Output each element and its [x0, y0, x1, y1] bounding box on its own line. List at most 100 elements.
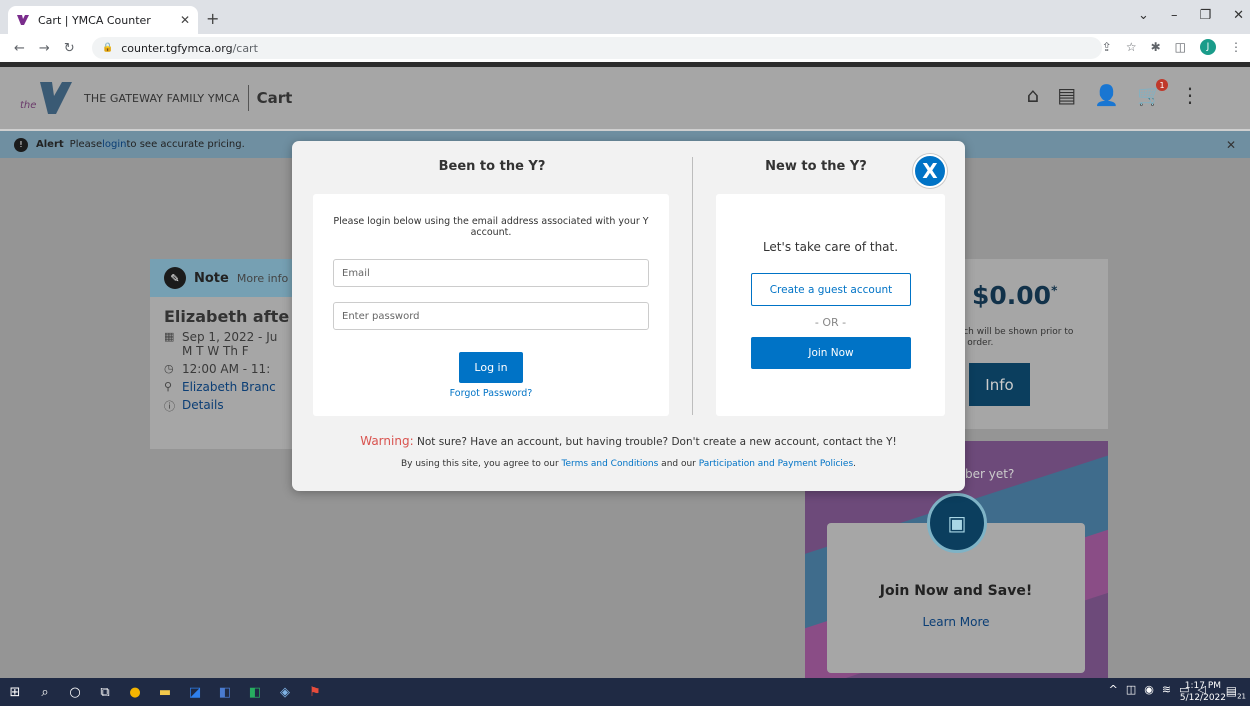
tray-app-icon[interactable]: ◫ — [1126, 683, 1136, 696]
program-details-link[interactable]: Details — [182, 398, 224, 412]
alert-text-before: Please — [69, 139, 103, 150]
ymca-favicon-icon — [17, 15, 29, 25]
join-now-button[interactable]: Join Now — [751, 337, 911, 369]
membership-title: Join Now and Save! — [879, 583, 1033, 599]
ymca-logo-icon: the — [20, 82, 72, 114]
member-id-card-icon: ▣ — [927, 493, 987, 553]
password-field[interactable] — [333, 302, 649, 330]
browser-menu-icon[interactable]: ⋮ — [1230, 40, 1242, 54]
browser-tools: ⇪ ☆ ✱ ◫ J ⋮ — [1102, 39, 1242, 55]
program-date-range: Sep 1, 2022 - Ju — [182, 330, 278, 344]
calendar-icon: ▦ — [164, 330, 175, 343]
warning-label: Warning: — [360, 434, 414, 448]
brand-name: THE GATEWAY FAMILY YMCA — [84, 91, 240, 105]
tray-sync-icon[interactable]: ◉ — [1144, 683, 1154, 696]
tray-expand-icon[interactable]: ^ — [1109, 683, 1118, 696]
search-icon[interactable]: ⌕ — [30, 678, 60, 706]
tab-title: Cart | YMCA Counter — [38, 13, 151, 27]
modal-close-button[interactable]: X — [913, 154, 947, 188]
svg-text:the: the — [20, 100, 36, 111]
new-user-title: New to the Y? — [765, 159, 867, 174]
cart-icon[interactable]: 🛒 1 — [1137, 79, 1168, 107]
cart-total: $0.00* — [972, 281, 1058, 310]
new-tab-button[interactable]: + — [206, 9, 219, 28]
account-warning: Warning: Not sure? Have an account, but … — [292, 434, 965, 448]
tab-close-icon[interactable]: ✕ — [180, 13, 190, 27]
extensions-icon[interactable]: ✱ — [1151, 40, 1161, 54]
home-icon[interactable]: ⌂ — [1027, 83, 1040, 107]
network-app-icon[interactable]: ◈ — [270, 678, 300, 706]
reload-icon[interactable]: ↻ — [64, 41, 75, 56]
excel-icon[interactable]: ◧ — [240, 678, 270, 706]
new-user-panel: Let's take care of that. Create a guest … — [716, 194, 945, 416]
header-icons: ⌂ ▤ 👤 🛒 1 ⋮ — [1027, 79, 1200, 107]
price-note: hich will be shown prior to ur order. — [955, 327, 1074, 348]
notifications-icon[interactable]: ▤21 — [1226, 684, 1246, 700]
taskbar-clock[interactable]: 1:17 PM 5/12/2022 — [1180, 680, 1226, 704]
bookmark-star-icon[interactable]: ☆ — [1126, 40, 1137, 54]
browser-tabstrip: Cart | YMCA Counter ✕ + ⌄ – ❐ ✕ — [0, 0, 1250, 34]
create-guest-account-button[interactable]: Create a guest account — [751, 273, 911, 306]
program-time: 12:00 AM - 11: — [182, 362, 271, 376]
profile-avatar[interactable]: J — [1200, 39, 1216, 55]
alert-icon: ! — [14, 137, 28, 152]
chrome-icon[interactable]: ● — [120, 678, 150, 706]
cart-total-panel: $0.00* hich will be shown prior to ur ord… — [940, 259, 1108, 429]
forward-icon[interactable]: → — [39, 41, 50, 56]
program-days: M T W Th F — [182, 344, 249, 358]
ymca-logo[interactable]: the — [20, 78, 72, 118]
window-controls: ⌄ – ❐ ✕ — [1138, 8, 1244, 23]
task-view-icon[interactable]: ⧉ — [90, 678, 120, 706]
login-button[interactable]: Log in — [459, 352, 523, 383]
browser-tab[interactable]: Cart | YMCA Counter ✕ — [8, 6, 198, 34]
share-icon[interactable]: ⇪ — [1102, 40, 1112, 54]
restore-icon[interactable]: ❐ — [1199, 8, 1211, 23]
minimize-icon[interactable]: – — [1171, 8, 1178, 23]
new-user-message: Let's take care of that. — [762, 240, 899, 254]
site-header: the THE GATEWAY FAMILY YMCA Cart ⌂ ▤ 👤 🛒… — [0, 67, 1250, 129]
wifi-icon[interactable]: ≋ — [1162, 683, 1171, 696]
login-panel: Please login below using the email addre… — [313, 194, 669, 416]
clock-icon: ◷ — [164, 362, 174, 375]
more-menu-icon[interactable]: ⋮ — [1180, 83, 1200, 107]
location-pin-icon: ⚲ — [164, 380, 173, 393]
back-icon[interactable]: ← — [14, 41, 25, 56]
start-icon[interactable]: ⊞ — [0, 678, 30, 706]
terms-link[interactable]: Terms and Conditions — [562, 459, 659, 469]
alert-label: Alert — [36, 139, 64, 150]
tab-search-icon[interactable]: ⌄ — [1138, 8, 1149, 23]
cortana-icon[interactable]: ○ — [60, 678, 90, 706]
membership-question: ber yet? — [965, 467, 1015, 481]
lock-icon[interactable]: 🔒 — [102, 43, 113, 53]
note-label: Note — [194, 270, 229, 286]
url-domain: counter.tgfymca.org — [121, 41, 233, 55]
price-asterisk: * — [1051, 283, 1058, 298]
file-explorer-icon[interactable]: ▬ — [150, 678, 180, 706]
account-icon[interactable]: 👤 — [1094, 83, 1119, 107]
alert-login-link[interactable]: login — [102, 139, 126, 150]
forgot-password-link[interactable]: Forgot Password? — [313, 388, 669, 399]
alert-close-icon[interactable]: ✕ — [1226, 138, 1236, 152]
header-separator — [247, 85, 249, 111]
modal-divider — [692, 157, 693, 415]
word-icon[interactable]: ◧ — [210, 678, 240, 706]
terms-notice: By using this site, you agree to our Ter… — [400, 459, 857, 469]
email-field[interactable] — [333, 259, 649, 287]
program-search-icon[interactable]: ▤ — [1057, 83, 1076, 107]
policies-link[interactable]: Participation and Payment Policies — [699, 459, 853, 469]
note-more-info[interactable]: More info — [237, 272, 288, 285]
login-modal: Been to the Y? New to the Y? X Please lo… — [292, 141, 965, 491]
info-icon: ⓘ — [164, 400, 175, 413]
url-path: /cart — [232, 41, 258, 55]
address-bar[interactable]: 🔒 counter.tgfymca.org/cart — [92, 37, 1102, 59]
notification-count: 21 — [1237, 692, 1246, 701]
cart-badge: 1 — [1156, 79, 1168, 91]
acrobat-icon[interactable]: ⚑ — [300, 678, 330, 706]
info-button[interactable]: Info — [969, 363, 1030, 406]
close-window-icon[interactable]: ✕ — [1233, 8, 1244, 23]
side-panel-icon[interactable]: ◫ — [1175, 40, 1186, 54]
learn-more-link[interactable]: Learn More — [827, 615, 1085, 629]
program-location[interactable]: Elizabeth Branc — [182, 380, 276, 394]
note-icon: ✎ — [164, 267, 186, 289]
outlook-icon[interactable]: ◪ — [180, 678, 210, 706]
